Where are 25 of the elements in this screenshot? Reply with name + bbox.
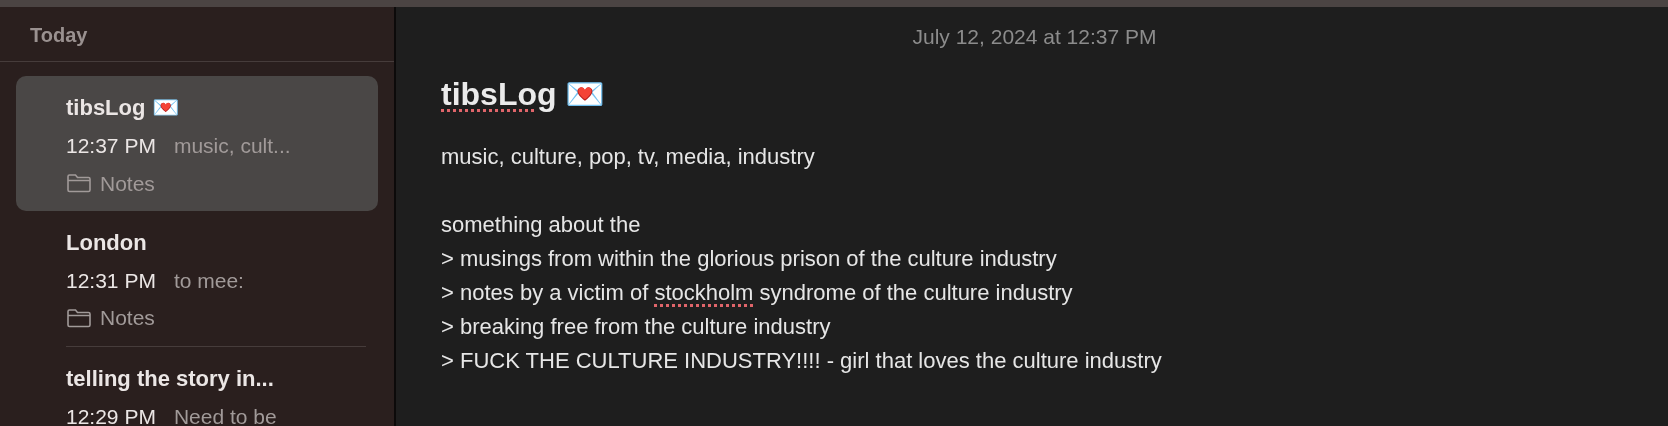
note-title: London xyxy=(66,229,148,257)
note-list-item[interactable]: telling the story in... 12:29 PM Need to be xyxy=(16,346,378,426)
folder-label: Notes xyxy=(100,170,155,196)
note-text-line: > FUCK THE CULTURE INDUSTRY!!!! - girl that loves the culture industry xyxy=(441,346,1163,375)
note-text-line: > breaking free from the culture industry xyxy=(441,312,832,341)
note-text-line: music, culture, pop, tv, media, industry xyxy=(441,142,816,171)
section-title: Today xyxy=(0,7,394,62)
folder-icon xyxy=(66,307,92,328)
note-title: telling the story in... xyxy=(66,365,275,392)
note-text-line: > notes by a victim of stockholm syndrome of the culture industry xyxy=(441,278,1074,307)
note-text-line: something about the xyxy=(441,210,642,239)
note-list-item[interactable]: London 12:31 PM to mee: Notes xyxy=(16,210,378,346)
folder-label: Notes xyxy=(100,305,155,331)
note-time: 12:29 PM xyxy=(66,403,156,426)
note-time: 12:31 PM xyxy=(66,268,156,294)
note-preview: Need to be xyxy=(173,403,277,426)
note-preview: to mee: xyxy=(173,268,244,294)
note-preview: music, cult... xyxy=(173,133,291,159)
note-heading: tibsLog 💌 xyxy=(441,74,607,114)
note-title: tibsLog 💌 xyxy=(66,95,180,122)
folder-icon xyxy=(66,173,92,194)
note-text-line: > musings from within the glorious prison of the culture industry xyxy=(441,244,1058,273)
note-time: 12:37 PM xyxy=(66,133,156,159)
note-list-item[interactable]: tibsLog 💌 12:37 PM music, cult... Notes xyxy=(16,76,378,211)
note-date: July 12, 2024 at 12:37 PM xyxy=(911,24,1158,50)
